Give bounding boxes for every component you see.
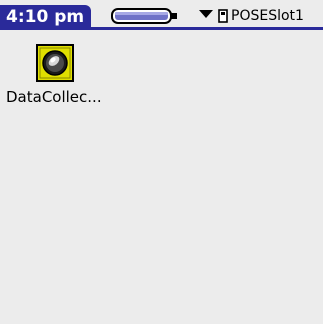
category-dropdown[interactable]: POSESlot1 [218,5,304,27]
app-label: DataCollec... [6,88,102,106]
title-underline [0,27,323,30]
palm-launcher-screen: 4:10 pm POSESlot1 DataCollec... [0,0,323,324]
battery-icon [111,8,177,24]
status-bar: 4:10 pm POSESlot1 [0,0,323,30]
memory-card-icon [218,9,228,23]
category-label: POSESlot1 [231,8,304,24]
chevron-down-icon[interactable] [199,10,213,18]
data-collect-app-icon[interactable] [36,44,74,82]
clock-time: 4:10 pm [6,7,85,27]
app-launcher-item[interactable]: DataCollec... [6,44,110,120]
